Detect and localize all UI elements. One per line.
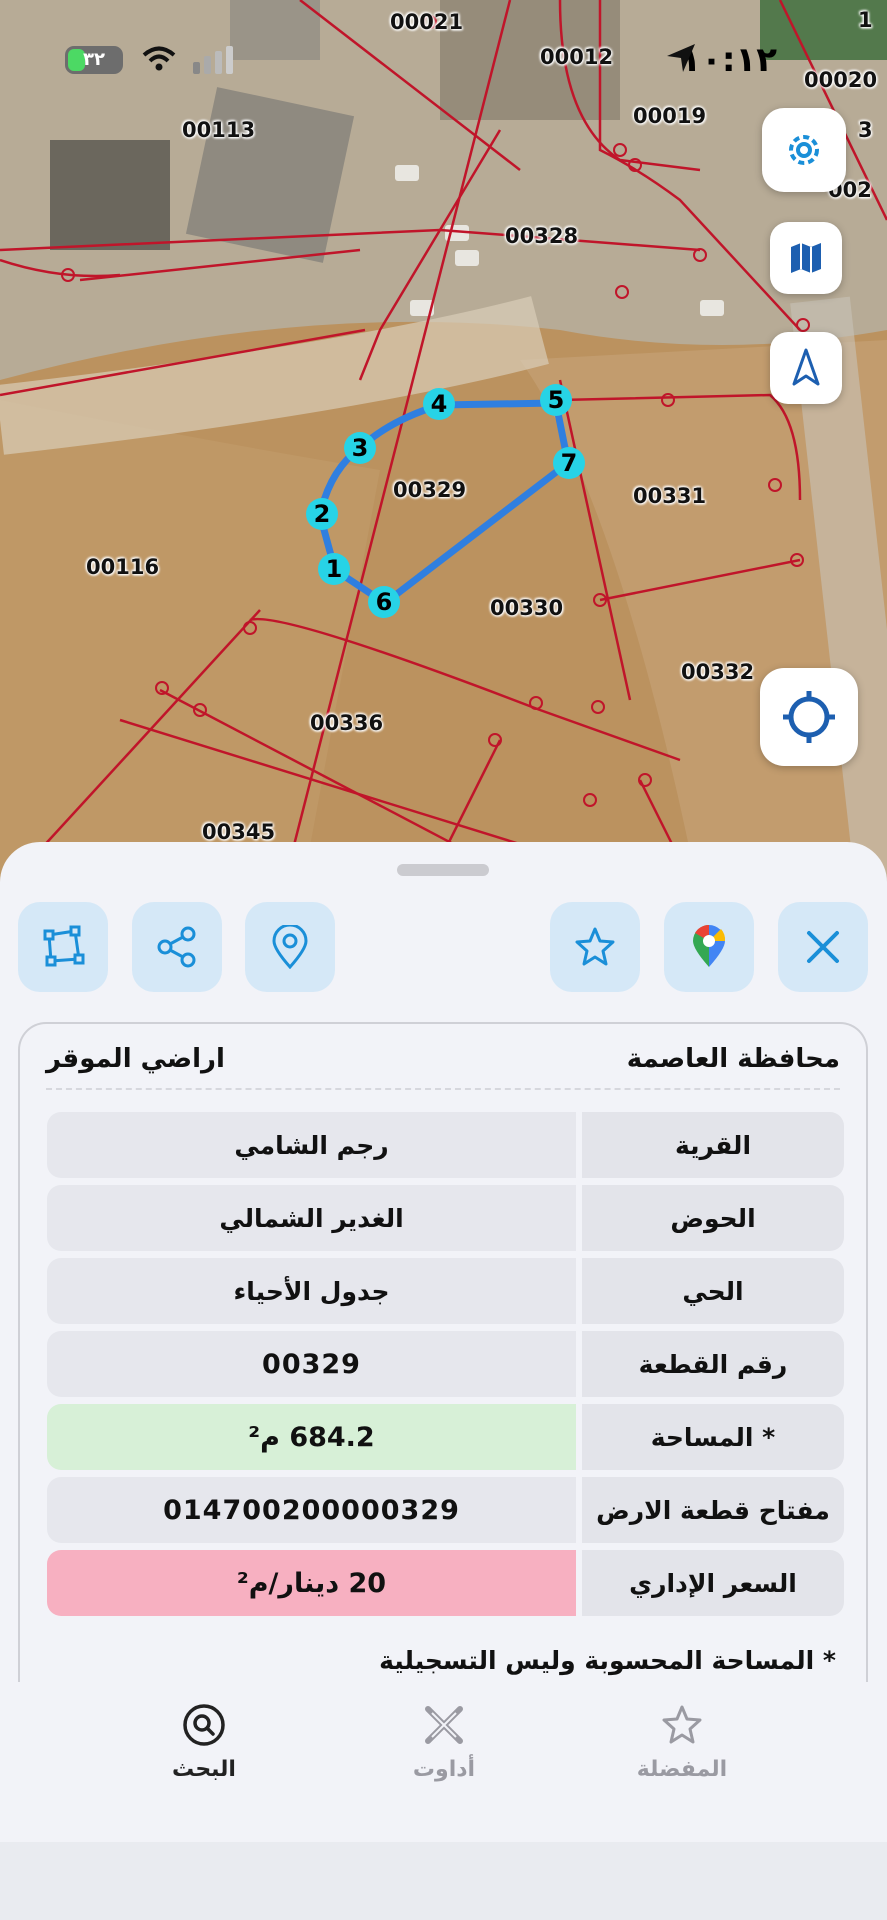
home-indicator-area <box>0 1842 887 1920</box>
row-value: جدول الأحياء <box>47 1258 576 1324</box>
row-key: السعر الإداري <box>582 1550 844 1616</box>
tools-icon <box>425 1706 463 1744</box>
area-footnote: * المساحة المحسوبة وليس التسجيلية <box>379 1646 836 1675</box>
close-icon <box>807 931 839 963</box>
parcel-info-sheet: محافظة العاصمة اراضي الموقر القرية رجم ا… <box>0 842 887 1842</box>
draw-polygon-button[interactable] <box>18 902 108 992</box>
tab-label: البحث <box>172 1757 236 1782</box>
area-value: 684.2 م² <box>47 1404 576 1470</box>
north-button[interactable] <box>770 332 842 404</box>
gear-icon <box>789 135 819 165</box>
settings-button[interactable] <box>762 108 846 192</box>
search-icon <box>183 1704 225 1746</box>
tab-search[interactable]: البحث <box>124 1697 284 1782</box>
tab-tools[interactable]: أداوت <box>364 1697 524 1782</box>
parcel-label: 00331 <box>633 484 707 508</box>
google-maps-icon <box>693 925 726 967</box>
vertex-marker[interactable]: 7 <box>553 447 585 479</box>
pin-icon <box>272 925 308 969</box>
info-row: الحي جدول الأحياء <box>47 1258 844 1324</box>
share-icon <box>157 926 196 968</box>
star-icon <box>662 1705 702 1744</box>
locate-button[interactable] <box>760 668 858 766</box>
parcel-info-card: محافظة العاصمة اراضي الموقر القرية رجم ا… <box>18 1022 868 1682</box>
parcel-label: 1 <box>858 8 873 32</box>
parcel-label: 00330 <box>490 596 564 620</box>
tab-label: أداوت <box>412 1757 476 1782</box>
status-bar: ٣٢ ١٠:١٢ <box>0 40 887 80</box>
satellite-map <box>0 0 887 900</box>
location-arrow-icon <box>667 44 695 72</box>
governorate-label: محافظة العاصمة <box>626 1044 840 1074</box>
land-key-value[interactable]: 014700200000329 <box>47 1477 576 1543</box>
row-value: 00329 <box>47 1331 576 1397</box>
parcel-label: 00116 <box>86 555 160 579</box>
parcel-label: 00329 <box>393 478 467 502</box>
parcel-label: 00332 <box>681 660 755 684</box>
vertex-marker[interactable]: 3 <box>344 432 376 464</box>
info-row: مفتاح قطعة الارض 014700200000329 <box>47 1477 844 1543</box>
tab-favorites[interactable]: المفضلة <box>602 1697 762 1782</box>
tab-label: المفضلة <box>636 1757 728 1782</box>
info-row: القرية رجم الشامي <box>47 1112 844 1178</box>
row-key: مفتاح قطعة الارض <box>582 1477 844 1543</box>
location-pin-button[interactable] <box>245 902 335 992</box>
share-button[interactable] <box>132 902 222 992</box>
info-row: رقم القطعة 00329 <box>47 1331 844 1397</box>
vertex-marker[interactable]: 4 <box>423 388 455 420</box>
divider <box>46 1088 840 1090</box>
battery-indicator: ٣٢ <box>65 46 123 74</box>
parcel-label: 00336 <box>310 711 384 735</box>
vertex-marker[interactable]: 6 <box>368 586 400 618</box>
row-key: الحوض <box>582 1185 844 1251</box>
wifi-icon <box>142 46 176 71</box>
row-key: المساحة * <box>582 1404 844 1470</box>
parcel-label: 00019 <box>633 104 707 128</box>
vertex-marker[interactable]: 1 <box>318 553 350 585</box>
row-value: الغدير الشمالي <box>47 1185 576 1251</box>
row-key: القرية <box>582 1112 844 1178</box>
info-row: الحوض الغدير الشمالي <box>47 1185 844 1251</box>
info-row: السعر الإداري 20 دينار/م² <box>47 1550 844 1616</box>
star-icon <box>575 927 615 966</box>
signal-icon <box>193 46 233 74</box>
row-key: رقم القطعة <box>582 1331 844 1397</box>
parcel-label: 00113 <box>182 118 256 142</box>
vertex-marker[interactable]: 5 <box>540 384 572 416</box>
polygon-icon <box>43 925 85 967</box>
price-value: 20 دينار/م² <box>47 1550 576 1616</box>
row-key: الحي <box>582 1258 844 1324</box>
close-button[interactable] <box>778 902 868 992</box>
google-maps-button[interactable] <box>664 902 754 992</box>
tab-bar: البحث أداوت المفضلة <box>0 1697 887 1842</box>
parcel-label: 00328 <box>505 224 579 248</box>
info-row: المساحة * 684.2 م² <box>47 1404 844 1470</box>
card-header: محافظة العاصمة اراضي الموقر <box>46 1044 840 1084</box>
battery-level: ٣٢ <box>83 49 105 70</box>
locate-icon <box>783 691 835 743</box>
parcel-label: 3 <box>858 118 873 142</box>
vertex-marker[interactable]: 2 <box>306 498 338 530</box>
row-value: رجم الشامي <box>47 1112 576 1178</box>
favorite-button[interactable] <box>550 902 640 992</box>
compass-icon <box>792 348 820 386</box>
map-view[interactable]: 00021 00012 00020 00113 00019 00328 0032… <box>0 0 887 900</box>
parcel-label: 00021 <box>390 10 464 34</box>
map-layers-button[interactable] <box>770 222 842 294</box>
sheet-drag-handle[interactable] <box>397 864 489 876</box>
lands-label: اراضي الموقر <box>46 1044 225 1074</box>
parcel-label: 00345 <box>202 820 276 844</box>
map-icon <box>791 243 821 273</box>
